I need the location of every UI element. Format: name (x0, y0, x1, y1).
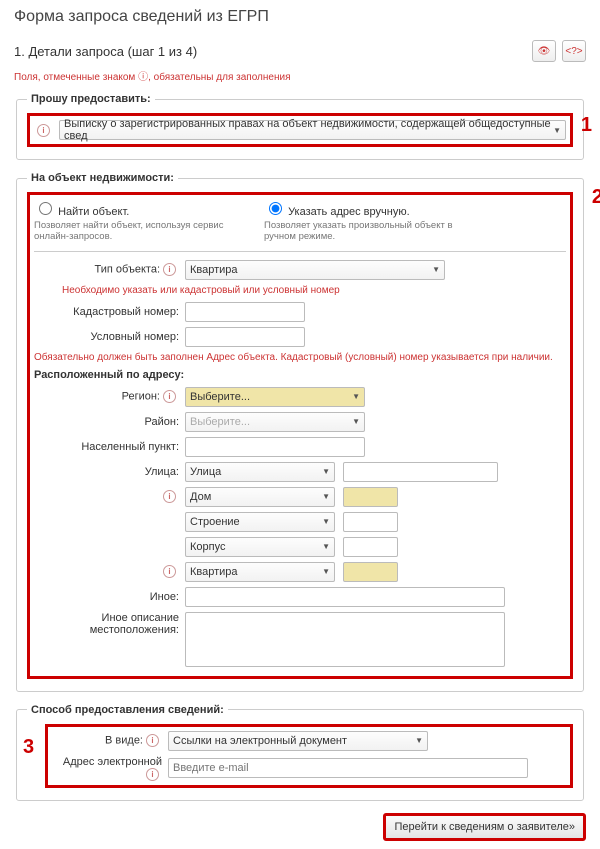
settlement-label: Населенный пункт: (34, 441, 185, 453)
house-number-input[interactable] (343, 487, 398, 507)
info-icon: i (163, 565, 176, 578)
radio-find-desc: Позволяет найти объект, используя сервис… (34, 220, 234, 243)
radio-manual-label: Указать адрес вручную. (288, 206, 410, 218)
marker-2: 2 (592, 186, 600, 209)
radio-find-label: Найти объект. (58, 206, 129, 218)
delivery-legend: Способ предоставления сведений: (27, 704, 228, 716)
object-type-value: Квартира (190, 264, 238, 276)
info-icon: i (37, 124, 50, 137)
street-label: Улица: (34, 466, 185, 478)
other-desc-label: Иное описание местоположения: (34, 612, 185, 636)
region-select[interactable]: Выберите... ▼ (185, 387, 365, 407)
apartment-number-input[interactable] (343, 562, 398, 582)
cadastral-note: Необходимо указать или кадастровый или у… (62, 285, 566, 296)
region-value: Выберите... (190, 391, 250, 403)
other-label: Иное: (34, 591, 185, 603)
chevron-down-icon: ▼ (432, 265, 440, 274)
delivery-form-select[interactable]: Ссылки на электронный документ ▼ (168, 731, 428, 751)
korpus-number-input[interactable] (343, 537, 398, 557)
radio-find-input[interactable] (39, 202, 52, 215)
region-label: Регион:i (34, 390, 185, 403)
chevron-down-icon: ▼ (322, 492, 330, 501)
object-type-label: Тип объекта:i (34, 263, 185, 276)
chevron-down-icon: ▼ (322, 542, 330, 551)
delivery-form-label: В виде:i (52, 734, 168, 747)
highlight-box-2: Найти объект. Позволяет найти объект, ис… (27, 192, 573, 679)
house-info-icon-left: i (34, 490, 185, 503)
house-type-select[interactable]: Дом ▼ (185, 487, 335, 507)
apartment-type-value: Квартира (190, 566, 238, 578)
page-title: Форма запроса сведений из ЕГРП (14, 8, 586, 26)
street-name-input[interactable] (343, 462, 498, 482)
radio-manual[interactable]: Указать адрес вручную. (264, 206, 410, 218)
radio-manual-desc: Позволяет указать произвольный объект в … (264, 220, 464, 243)
object-section: На объект недвижимости: 2 Найти объект. … (16, 172, 584, 692)
other-input[interactable] (185, 587, 505, 607)
cadastral-input[interactable] (185, 302, 305, 322)
apartment-info-icon-left: i (34, 565, 185, 578)
building-type-value: Строение (190, 516, 240, 528)
address-required-note: Обязательно должен быть заполнен Адрес о… (34, 352, 566, 363)
info-icon: i (163, 263, 176, 276)
street-type-value: Улица (190, 466, 221, 478)
required-fields-note: Поля, отмеченные знаком ⓘ, обязательны д… (14, 68, 586, 83)
house-type-value: Дом (190, 491, 211, 503)
apartment-type-select[interactable]: Квартира ▼ (185, 562, 335, 582)
provide-legend: Прошу предоставить: (27, 93, 155, 105)
address-subhead: Расположенный по адресу: (34, 369, 566, 381)
info-icon: i (146, 768, 159, 781)
district-value: Выберите... (190, 416, 250, 428)
marker-1: 1 (581, 114, 592, 137)
other-desc-textarea[interactable] (185, 612, 505, 667)
chevron-down-icon: ▼ (322, 567, 330, 576)
provide-section: Прошу предоставить: i Выписку о зарегист… (16, 93, 584, 160)
district-label: Район: (34, 416, 185, 428)
chevron-down-icon: ▼ (553, 126, 561, 135)
chevron-down-icon: ▼ (415, 736, 423, 745)
delivery-section: Способ предоставления сведений: 3 В виде… (16, 704, 584, 801)
korpus-type-select[interactable]: Корпус ▼ (185, 537, 335, 557)
conditional-label: Условный номер: (34, 331, 185, 343)
chevron-down-icon: ▼ (352, 417, 360, 426)
radio-find-object[interactable]: Найти объект. (34, 206, 129, 218)
code-icon-button[interactable]: <?> (562, 40, 586, 62)
chevron-down-icon: ▼ (352, 392, 360, 401)
document-type-select[interactable]: Выписку о зарегистрированных правах на о… (59, 120, 566, 140)
radio-manual-input[interactable] (269, 202, 282, 215)
conditional-input[interactable] (185, 327, 305, 347)
email-input[interactable] (168, 758, 528, 778)
next-button[interactable]: Перейти к сведениям о заявителе» (383, 813, 586, 841)
highlight-box-1: i Выписку о зарегистрированных правах на… (27, 113, 573, 147)
settlement-input[interactable] (185, 437, 365, 457)
info-icon: i (146, 734, 159, 747)
chevron-down-icon: ▼ (322, 467, 330, 476)
delivery-form-value: Ссылки на электронный документ (173, 735, 347, 747)
info-icon: i (163, 390, 176, 403)
street-type-select[interactable]: Улица ▼ (185, 462, 335, 482)
eye-icon-button[interactable]: 👁 (532, 40, 556, 62)
marker-3: 3 (23, 736, 34, 759)
object-legend: На объект недвижимости: (27, 172, 178, 184)
building-type-select[interactable]: Строение ▼ (185, 512, 335, 532)
highlight-box-3: В виде:i Ссылки на электронный документ … (45, 724, 573, 788)
step-title: 1. Детали запроса (шаг 1 из 4) (14, 44, 197, 59)
chevron-down-icon: ▼ (322, 517, 330, 526)
district-select[interactable]: Выберите... ▼ (185, 412, 365, 432)
object-type-select[interactable]: Квартира ▼ (185, 260, 445, 280)
building-number-input[interactable] (343, 512, 398, 532)
email-label: Адрес электроннойi (52, 756, 168, 781)
korpus-type-value: Корпус (190, 541, 225, 553)
info-icon: i (163, 490, 176, 503)
document-type-value: Выписку о зарегистрированных правах на о… (64, 118, 553, 142)
cadastral-label: Кадастровый номер: (34, 306, 185, 318)
